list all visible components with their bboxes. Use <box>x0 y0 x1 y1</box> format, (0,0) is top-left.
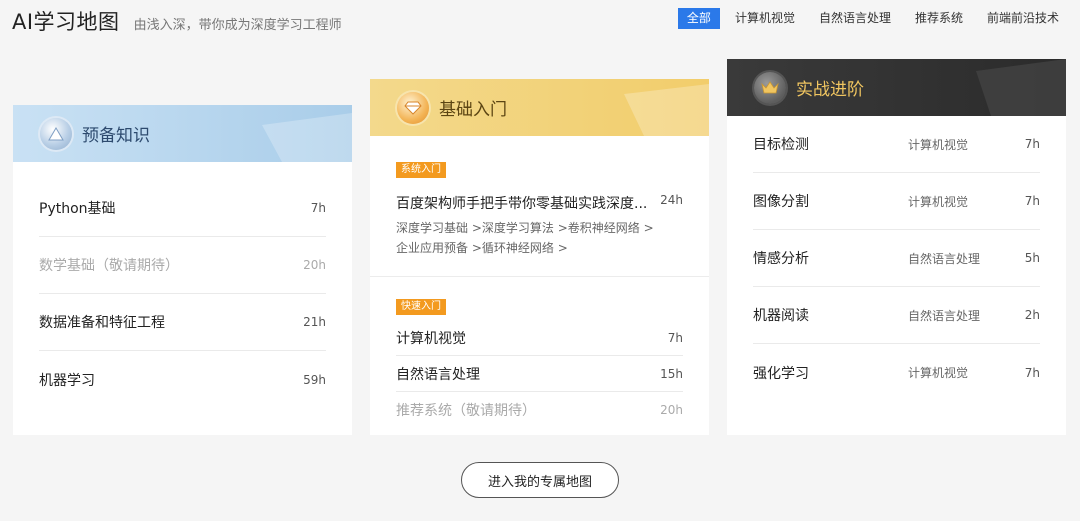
course-hours: 21h <box>303 315 326 329</box>
course-hours: 7h <box>1024 365 1040 380</box>
course-name: 百度架构师手把手带你零基础实践深度... <box>396 196 648 212</box>
topic-link[interactable]: 企业应用预备 > <box>396 241 482 255</box>
course-hours: 20h <box>660 403 683 417</box>
list-item[interactable]: 情感分析 自然语言处理 5h <box>753 230 1040 287</box>
course-hours: 7h <box>1024 194 1040 208</box>
course-name: 机器阅读 <box>753 308 809 324</box>
course-name: 强化学习 <box>753 365 809 382</box>
list-item[interactable]: 计算机视觉 7h <box>396 320 683 356</box>
quick-intro-section: 快速入门 计算机视觉 7h 自然语言处理 15h 推荐系统（敬请期待） 20h <box>370 277 709 428</box>
course-name: 图像分割 <box>753 194 809 210</box>
course-category: 计算机视觉 <box>908 194 969 209</box>
list-item[interactable]: 机器学习 59h <box>39 351 326 408</box>
course-hours: 7h <box>667 330 683 345</box>
course-hours: 15h <box>660 366 683 381</box>
topic-link[interactable]: 卷积神经网络 > <box>568 221 654 235</box>
course-hours: 24h <box>660 193 683 207</box>
list-item: 数学基础（敬请期待） 20h <box>39 237 326 294</box>
page-title: AI学习地图 <box>12 10 120 34</box>
filter-computer-vision[interactable]: 计算机视觉 <box>726 8 804 29</box>
filter-nlp[interactable]: 自然语言处理 <box>810 8 900 29</box>
system-intro-tag: 系统入门 <box>396 162 446 178</box>
course-category: 自然语言处理 <box>908 308 981 323</box>
header-decoration <box>262 113 352 162</box>
course-hours: 20h <box>303 258 326 272</box>
course-hours: 7h <box>310 201 326 215</box>
triangle-icon <box>40 117 72 150</box>
course-topics: 深度学习基础 >深度学习算法 >卷积神经网络 > 企业应用预备 >循环神经网络 … <box>396 218 683 258</box>
list-item[interactable]: 目标检测 计算机视觉 7h <box>753 116 1040 173</box>
crown-icon <box>754 71 786 104</box>
intro-card-header: 基础入门 <box>370 79 709 136</box>
list-item[interactable]: 强化学习 计算机视觉 7h <box>753 344 1040 401</box>
course-name: 目标检测 <box>753 137 809 153</box>
list-item[interactable]: 机器阅读 自然语言处理 2h <box>753 287 1040 344</box>
system-course[interactable]: 百度架构师手把手带你零基础实践深度... 24h <box>396 193 683 213</box>
course-category: 计算机视觉 <box>908 137 969 152</box>
list-item[interactable]: 数据准备和特征工程 21h <box>39 294 326 351</box>
course-hours: 7h <box>1024 137 1040 151</box>
topic-link[interactable]: 深度学习基础 > <box>396 221 482 235</box>
course-category: 自然语言处理 <box>908 251 981 266</box>
advanced-card-title: 实战进阶 <box>796 80 864 100</box>
course-name: 机器学习 <box>39 372 95 389</box>
basics-card: 预备知识 Python基础 7h 数学基础（敬请期待） 20h 数据准备和特征工… <box>13 105 352 435</box>
filter-all[interactable]: 全部 <box>677 8 720 29</box>
list-item[interactable]: 图像分割 计算机视觉 7h <box>753 173 1040 230</box>
course-hours: 5h <box>1024 251 1040 265</box>
course-hours: 59h <box>303 372 326 387</box>
course-category: 计算机视觉 <box>908 366 969 380</box>
course-name: 数学基础（敬请期待） <box>39 258 179 274</box>
list-item: 推荐系统（敬请期待） 20h <box>396 392 683 428</box>
list-item[interactable]: Python基础 7h <box>39 180 326 237</box>
header-decoration <box>976 59 1066 116</box>
course-name: 数据准备和特征工程 <box>39 315 165 331</box>
page-header: AI学习地图 由浅入深，带你成为深度学习工程师 <box>12 6 342 36</box>
quick-intro-tag: 快速入门 <box>396 299 446 315</box>
course-name: Python基础 <box>39 201 116 217</box>
system-intro-section: 系统入门 百度架构师手把手带你零基础实践深度... 24h 深度学习基础 >深度… <box>370 136 709 277</box>
advanced-card: 实战进阶 目标检测 计算机视觉 7h 图像分割 计算机视觉 7h 情感分析 自然… <box>727 59 1066 435</box>
basics-list: Python基础 7h 数学基础（敬请期待） 20h 数据准备和特征工程 21h… <box>13 162 352 408</box>
my-map-button[interactable]: 进入我的专属地图 <box>461 462 619 498</box>
basics-card-title: 预备知识 <box>82 126 150 146</box>
filter-frontier-tech[interactable]: 前端前沿技术 <box>978 8 1068 29</box>
course-hours: 2h <box>1024 308 1040 322</box>
filter-recommendation[interactable]: 推荐系统 <box>906 8 972 29</box>
intro-card: 基础入门 系统入门 百度架构师手把手带你零基础实践深度... 24h 深度学习基… <box>370 79 709 435</box>
course-name: 推荐系统（敬请期待） <box>396 403 536 419</box>
topic-link[interactable]: 深度学习算法 > <box>482 221 568 235</box>
basics-card-header: 预备知识 <box>13 105 352 162</box>
course-name: 计算机视觉 <box>396 330 466 347</box>
intro-card-title: 基础入门 <box>439 100 507 120</box>
header-decoration <box>624 84 709 136</box>
course-name: 自然语言处理 <box>396 366 480 383</box>
advanced-card-header: 实战进阶 <box>727 59 1066 116</box>
advanced-list: 目标检测 计算机视觉 7h 图像分割 计算机视觉 7h 情感分析 自然语言处理 … <box>727 116 1066 401</box>
diamond-icon <box>397 91 429 124</box>
topic-link[interactable]: 循环神经网络 > <box>482 241 568 255</box>
list-item[interactable]: 自然语言处理 15h <box>396 356 683 392</box>
page-subtitle: 由浅入深，带你成为深度学习工程师 <box>133 18 342 33</box>
category-filter-bar: 全部 计算机视觉 自然语言处理 推荐系统 前端前沿技术 <box>677 8 1068 29</box>
course-name: 情感分析 <box>753 251 809 267</box>
